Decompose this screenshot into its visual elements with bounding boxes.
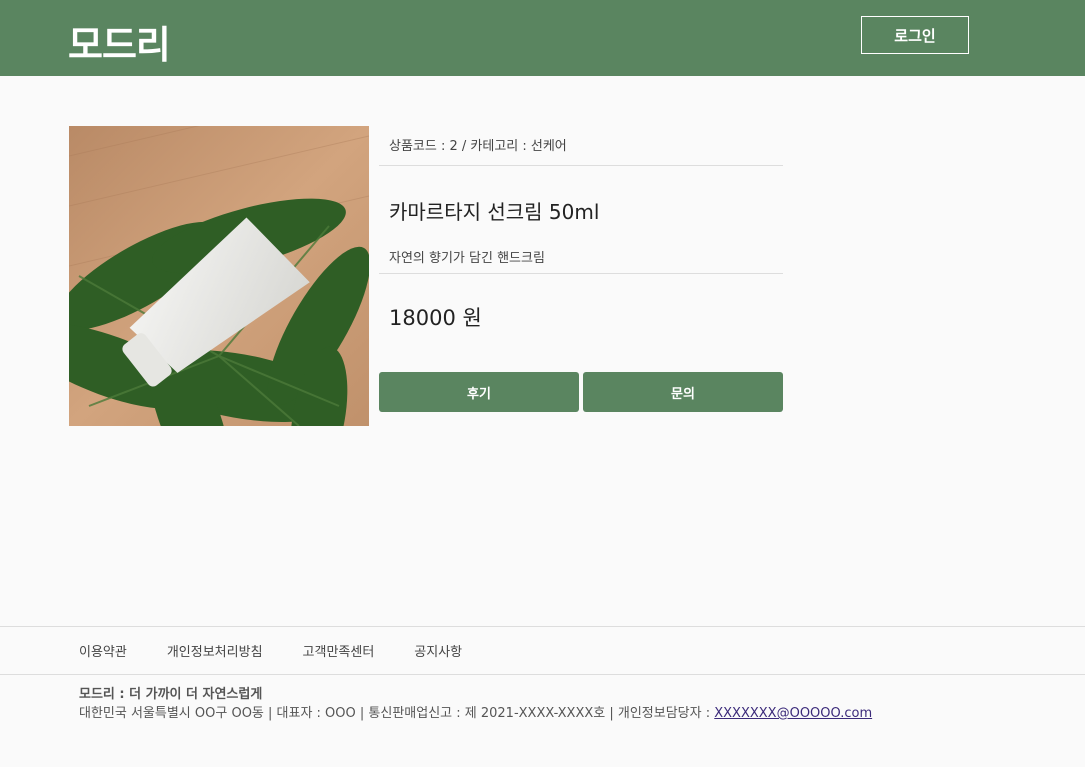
product-description: 자연의 향기가 담긴 핸드크림 [389,251,545,266]
site-logo[interactable]: 모드리 [68,14,171,69]
review-button[interactable]: 후기 [379,372,579,412]
product-info: 상품코드 : 2 / 카테고리 : 선케어 카마르타지 선크림 50ml 자연의… [379,126,783,412]
product-name-block: 카마르타지 선크림 50ml 자연의 향기가 담긴 핸드크림 [379,166,783,274]
product-actions: 후기 문의 [379,372,783,412]
footer-info: 모드리 : 더 가까이 더 자연스럽게 대한민국 서울특별시 OO구 OO동 |… [79,685,872,723]
login-button[interactable]: 로그인 [861,16,969,54]
footer-link-privacy[interactable]: 개인정보처리방침 [167,641,263,660]
footer-link-customer-center[interactable]: 고객만족센터 [303,641,375,660]
footer-nav: 이용약관 개인정보처리방침 고객만족센터 공지사항 [0,626,1085,675]
product-meta: 상품코드 : 2 / 카테고리 : 선케어 [379,126,783,166]
inquiry-button[interactable]: 문의 [583,372,783,412]
product-image [69,126,369,426]
footer-info-text: 대한민국 서울특별시 OO구 OO동 | 대표자 : OOO | 통신판매업신고… [79,706,715,721]
footer-slogan: 모드리 : 더 가까이 더 자연스럽게 [79,687,263,702]
footer-company-info: 대한민국 서울특별시 OO구 OO동 | 대표자 : OOO | 통신판매업신고… [79,704,872,723]
footer-email-link[interactable]: XXXXXXX@OOOOO.com [714,706,872,721]
footer-link-terms[interactable]: 이용약관 [79,641,127,660]
footer-link-notice[interactable]: 공지사항 [414,641,462,660]
product-name: 카마르타지 선크림 50ml [389,200,600,224]
product-meta-text: 상품코드 : 2 / 카테고리 : 선케어 [389,139,567,154]
product-price: 18000 원 [389,306,482,330]
site-header: 모드리 로그인 [0,0,1085,76]
